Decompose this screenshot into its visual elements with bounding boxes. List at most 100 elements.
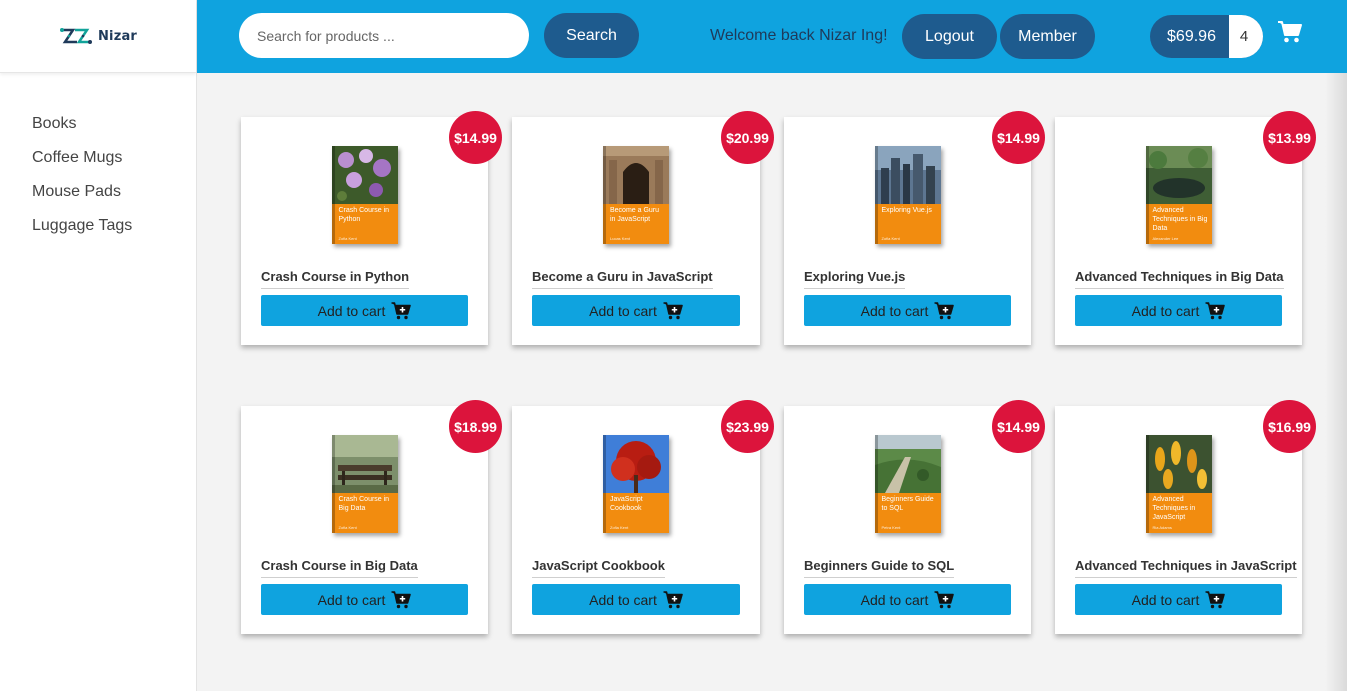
product-card: $20.99 Become a Guru in JavaScript Lucas… bbox=[512, 111, 774, 345]
book-spine bbox=[1145, 435, 1149, 533]
logo-area: Nizar bbox=[0, 0, 196, 73]
product-card: $14.99 Exploring Vue.js Zofia Kent Explo… bbox=[784, 111, 1045, 345]
cover-photo bbox=[874, 146, 941, 204]
cart-plus-icon bbox=[934, 590, 955, 608]
sidebar-item-luggage-tags[interactable]: Luggage Tags bbox=[32, 216, 196, 250]
add-to-cart-button[interactable]: Add to cart bbox=[261, 295, 468, 326]
add-to-cart-label: Add to cart bbox=[860, 302, 929, 319]
book-spine bbox=[331, 435, 335, 533]
add-to-cart-button[interactable]: Add to cart bbox=[532, 295, 740, 326]
shopping-cart-icon[interactable] bbox=[1277, 20, 1303, 49]
book-cover-image[interactable]: Advanced Techniques in JavaScript Ria Ad… bbox=[1145, 435, 1212, 533]
cart-plus-icon bbox=[934, 301, 955, 319]
cart-plus-icon bbox=[1205, 301, 1226, 319]
cover-title: Become a Guru in JavaScript bbox=[610, 207, 660, 223]
product-name[interactable]: Exploring Vue.js bbox=[804, 269, 906, 289]
welcome-message: Welcome back Nizar Ing! bbox=[710, 27, 888, 44]
sidebar-item-books[interactable]: Books bbox=[32, 114, 196, 148]
add-to-cart-label: Add to cart bbox=[317, 302, 386, 319]
cart-summary[interactable]: $69.96 4 bbox=[1150, 15, 1263, 58]
search-button[interactable]: Search bbox=[544, 13, 639, 58]
add-to-cart-label: Add to cart bbox=[317, 591, 386, 608]
cover-author: Lucas Kent bbox=[610, 236, 631, 241]
add-to-cart-button[interactable]: Add to cart bbox=[804, 584, 1011, 615]
price-badge: $16.99 bbox=[1263, 400, 1316, 453]
add-to-cart-button[interactable]: Add to cart bbox=[804, 295, 1011, 326]
book-cover-image[interactable]: Crash Course in Big Data Zofia Kent bbox=[331, 435, 398, 533]
price-badge: $18.99 bbox=[449, 400, 502, 453]
cover-photo bbox=[874, 435, 941, 493]
cover-title: Crash Course in Big Data bbox=[338, 496, 390, 512]
product-name[interactable]: Advanced Techniques in JavaScript bbox=[1075, 558, 1297, 578]
book-spine bbox=[874, 146, 878, 244]
sidebar-item-mouse-pads[interactable]: Mouse Pads bbox=[32, 182, 196, 216]
book-cover-image[interactable]: Become a Guru in JavaScript Lucas Kent bbox=[603, 146, 669, 244]
cart-plus-icon bbox=[663, 590, 683, 608]
cover-author: Alexander Lee bbox=[1152, 236, 1179, 241]
book-spine bbox=[1145, 146, 1149, 244]
add-to-cart-button[interactable]: Add to cart bbox=[532, 584, 740, 615]
member-button[interactable]: Member bbox=[1000, 14, 1095, 59]
product-card: $18.99 Crash Course in Big Data Zofia Ke… bbox=[241, 400, 502, 634]
price-badge: $13.99 bbox=[1263, 111, 1316, 164]
cover-photo bbox=[331, 146, 398, 204]
sidebar: Nizar Books Coffee Mugs Mouse Pads Lugga… bbox=[0, 0, 197, 691]
add-to-cart-label: Add to cart bbox=[1131, 302, 1200, 319]
book-cover-image[interactable]: Crash Course in Python Zofia Kent bbox=[331, 146, 398, 244]
search-input[interactable] bbox=[239, 13, 529, 58]
cover-title: Advanced Techniques in JavaScript bbox=[1152, 496, 1196, 521]
logout-button[interactable]: Logout bbox=[902, 14, 997, 59]
book-cover-image[interactable]: Advanced Techniques in Big Data Alexande… bbox=[1145, 146, 1212, 244]
add-to-cart-label: Add to cart bbox=[589, 302, 657, 319]
price-badge: $14.99 bbox=[992, 400, 1045, 453]
cover-title: Beginners Guide to SQL bbox=[881, 496, 934, 512]
cart-plus-icon bbox=[391, 301, 412, 319]
product-name[interactable]: Advanced Techniques in Big Data bbox=[1075, 269, 1284, 289]
product-name[interactable]: Crash Course in Big Data bbox=[261, 558, 418, 578]
product-card: $16.99 Advanced Techniques in JavaScript… bbox=[1055, 400, 1316, 634]
add-to-cart-button[interactable]: Add to cart bbox=[1075, 295, 1282, 326]
cart-item-count: 4 bbox=[1229, 15, 1263, 58]
scrollbar-shadow bbox=[1325, 73, 1347, 691]
book-cover-image[interactable]: Beginners Guide to SQL Petra Kent bbox=[874, 435, 941, 533]
cover-photo bbox=[331, 435, 398, 493]
product-name[interactable]: Become a Guru in JavaScript bbox=[532, 269, 713, 289]
book-spine bbox=[874, 435, 878, 533]
cover-author: Zofia Kent bbox=[610, 525, 629, 530]
product-name[interactable]: JavaScript Cookbook bbox=[532, 558, 665, 578]
top-header: Search Welcome back Nizar Ing! Logout Me… bbox=[197, 0, 1347, 73]
cover-author: Zofia Kent bbox=[338, 525, 357, 530]
product-name[interactable]: Beginners Guide to SQL bbox=[804, 558, 955, 578]
cover-author: Petra Kent bbox=[881, 525, 901, 530]
cover-author: Ria Adams bbox=[1152, 525, 1172, 530]
add-to-cart-button[interactable]: Add to cart bbox=[1075, 584, 1282, 615]
add-to-cart-button[interactable]: Add to cart bbox=[261, 584, 468, 615]
book-spine bbox=[331, 146, 335, 244]
book-cover-image[interactable]: JavaScript Cookbook Zofia Kent bbox=[603, 435, 669, 533]
cover-title: JavaScript Cookbook bbox=[610, 496, 643, 512]
cover-author: Zofia Kent bbox=[338, 236, 357, 241]
book-spine bbox=[603, 435, 606, 533]
cover-photo bbox=[1145, 435, 1212, 493]
cart-plus-icon bbox=[391, 590, 412, 608]
brand-name: Nizar bbox=[97, 28, 138, 44]
category-nav: Books Coffee Mugs Mouse Pads Luggage Tag… bbox=[0, 73, 196, 250]
cart-plus-icon bbox=[663, 301, 683, 319]
brand-logo[interactable]: Nizar bbox=[59, 26, 137, 46]
product-card: $14.99 Crash Course in Python Zofia Kent… bbox=[241, 111, 502, 345]
book-cover-image[interactable]: Exploring Vue.js Zofia Kent bbox=[874, 146, 941, 244]
cart-total-amount: $69.96 bbox=[1167, 27, 1216, 45]
product-card: $13.99 Advanced Techniques in Big Data A… bbox=[1055, 111, 1316, 345]
sidebar-item-coffee-mugs[interactable]: Coffee Mugs bbox=[32, 148, 196, 182]
price-badge: $23.99 bbox=[721, 400, 774, 453]
add-to-cart-label: Add to cart bbox=[589, 591, 657, 608]
product-grid: $14.99 Crash Course in Python Zofia Kent… bbox=[241, 111, 1316, 634]
cover-author: Zofia Kent bbox=[881, 236, 900, 241]
add-to-cart-label: Add to cart bbox=[860, 591, 929, 608]
product-name[interactable]: Crash Course in Python bbox=[261, 269, 410, 289]
book-spine bbox=[603, 146, 606, 244]
price-badge: $14.99 bbox=[992, 111, 1045, 164]
cover-photo bbox=[1145, 146, 1212, 204]
product-card: $14.99 Beginners Guide to SQL Petra Kent… bbox=[784, 400, 1045, 634]
price-badge: $20.99 bbox=[721, 111, 774, 164]
